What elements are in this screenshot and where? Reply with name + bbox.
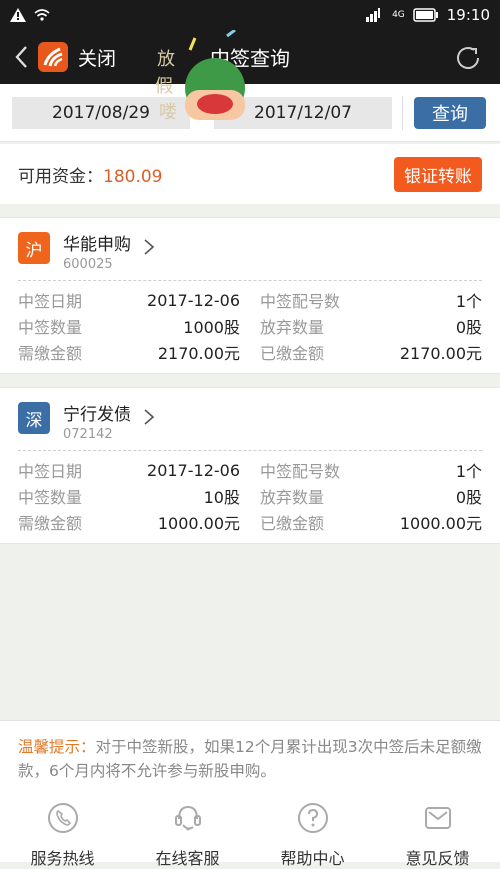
field-label: 中签数量 — [18, 488, 83, 507]
field-value: 0股 — [455, 488, 482, 507]
nav-label: 帮助中心 — [280, 849, 345, 868]
stock-name: 宁行发债 — [63, 405, 131, 425]
refresh-icon[interactable] — [454, 44, 482, 72]
query-button[interactable]: 查询 — [414, 96, 486, 129]
alert-icon — [10, 8, 26, 22]
field-label: 中签日期 — [18, 462, 83, 481]
field-value: 1000.00元 — [399, 514, 482, 533]
dashed-divider — [18, 450, 482, 451]
field-label: 已缴金额 — [260, 514, 325, 533]
field-label: 需缴金额 — [18, 344, 83, 363]
funds-label: 可用资金： — [18, 166, 103, 187]
date-separator: - — [199, 103, 205, 122]
field-value: 1个 — [455, 292, 482, 311]
footer: 温馨提示：对于中签新股，如果12个月累计出现3次中签后未足额缴款，6个月内将不允… — [0, 720, 500, 868]
tip-label: 温馨提示： — [18, 738, 96, 756]
headset-icon — [174, 805, 201, 831]
field-label: 中签数量 — [18, 318, 83, 337]
alloc-count-row: 中签配号数 1个 — [260, 457, 482, 483]
chevron-right-icon[interactable] — [143, 238, 155, 256]
alloc-count-row: 中签配号数 1个 — [260, 287, 482, 313]
field-value: 1个 — [455, 462, 482, 481]
record-header[interactable]: 深 宁行发债 072142 — [18, 400, 482, 448]
paid-amount-row: 已缴金额 2170.00元 — [260, 339, 482, 365]
abandon-qty-row: 放弃数量 0股 — [260, 313, 482, 339]
nav-label: 在线客服 — [155, 849, 220, 868]
stock-code: 072142 — [63, 427, 113, 442]
record-card: 沪 华能申购 600025 中签日期 2017-12-06 中签配号数 1个 中签数… — [0, 217, 500, 374]
funds-value: 180.09 — [103, 166, 163, 187]
market-badge-sh: 沪 — [18, 232, 50, 264]
record-card: 深 宁行发债 072142 中签日期 2017-12-06 中签配号数 1个 中签数… — [0, 387, 500, 544]
win-qty-row: 中签数量 1000股 — [18, 313, 240, 339]
battery-icon — [413, 8, 438, 22]
help-icon — [297, 803, 328, 833]
signal-icon — [366, 8, 381, 22]
nav-label: 服务热线 — [30, 849, 95, 868]
mail-icon — [424, 807, 451, 829]
field-label: 已缴金额 — [260, 344, 325, 363]
field-label: 中签日期 — [18, 292, 83, 311]
field-value: 0股 — [455, 318, 482, 337]
page-title: 中签查询 — [210, 46, 290, 71]
bank-transfer-button[interactable]: 银证转账 — [394, 156, 482, 192]
available-funds-row: 可用资金：180.09 银证转账 — [0, 144, 500, 204]
record-header[interactable]: 沪 华能申购 600025 — [18, 230, 482, 278]
field-label: 中签配号数 — [260, 292, 341, 311]
paid-amount-row: 已缴金额 1000.00元 — [260, 509, 482, 535]
dashed-divider — [18, 280, 482, 281]
win-date-row: 中签日期 2017-12-06 — [18, 287, 240, 313]
abandon-qty-row: 放弃数量 0股 — [260, 483, 482, 509]
field-value: 2017-12-06 — [147, 290, 240, 310]
field-value: 1000股 — [183, 318, 240, 337]
field-label: 中签配号数 — [260, 462, 341, 481]
nav-label: 意见反馈 — [405, 849, 470, 868]
nav-online-service[interactable]: 在线客服 — [125, 801, 250, 869]
field-value: 2170.00元 — [399, 344, 482, 363]
date-range-bar: - 查询 — [0, 84, 500, 142]
nav-help-center[interactable]: 帮助中心 — [250, 801, 375, 869]
win-qty-row: 中签数量 10股 — [18, 483, 240, 509]
stock-code: 600025 — [63, 257, 113, 272]
field-label: 放弃数量 — [260, 488, 325, 507]
market-badge-sz: 深 — [18, 402, 50, 434]
nav-feedback[interactable]: 意见反馈 — [375, 801, 500, 869]
field-label: 放弃数量 — [260, 318, 325, 337]
field-value: 1000.00元 — [157, 514, 240, 533]
stock-name: 华能申购 — [63, 235, 131, 255]
tip-text: 温馨提示：对于中签新股，如果12个月累计出现3次中签后未足额缴款，6个月内将不允… — [0, 721, 500, 783]
divider — [402, 95, 403, 130]
network-type: 4G — [392, 10, 405, 20]
field-value: 10股 — [203, 488, 240, 507]
clock: 19:10 — [446, 6, 490, 24]
nav-service-hotline[interactable]: 服务热线 — [0, 801, 125, 869]
bottom-nav: 服务热线 在线客服 帮助中心 意见反馈 — [0, 801, 500, 869]
win-date-row: 中签日期 2017-12-06 — [18, 457, 240, 483]
field-value: 2017-12-06 — [147, 460, 240, 480]
due-amount-row: 需缴金额 1000.00元 — [18, 509, 240, 535]
phone-icon — [47, 803, 78, 833]
start-date-input[interactable] — [12, 96, 190, 129]
field-label: 需缴金额 — [18, 514, 83, 533]
chevron-right-icon[interactable] — [143, 408, 155, 426]
wifi-icon — [34, 9, 50, 21]
field-value: 2170.00元 — [157, 344, 240, 363]
status-bar: 4G 19:10 — [0, 0, 500, 30]
nav-bar: 中签查询 关闭 放 假 喽 — [0, 30, 500, 123]
due-amount-row: 需缴金额 2170.00元 — [18, 339, 240, 365]
end-date-input[interactable] — [214, 96, 392, 129]
